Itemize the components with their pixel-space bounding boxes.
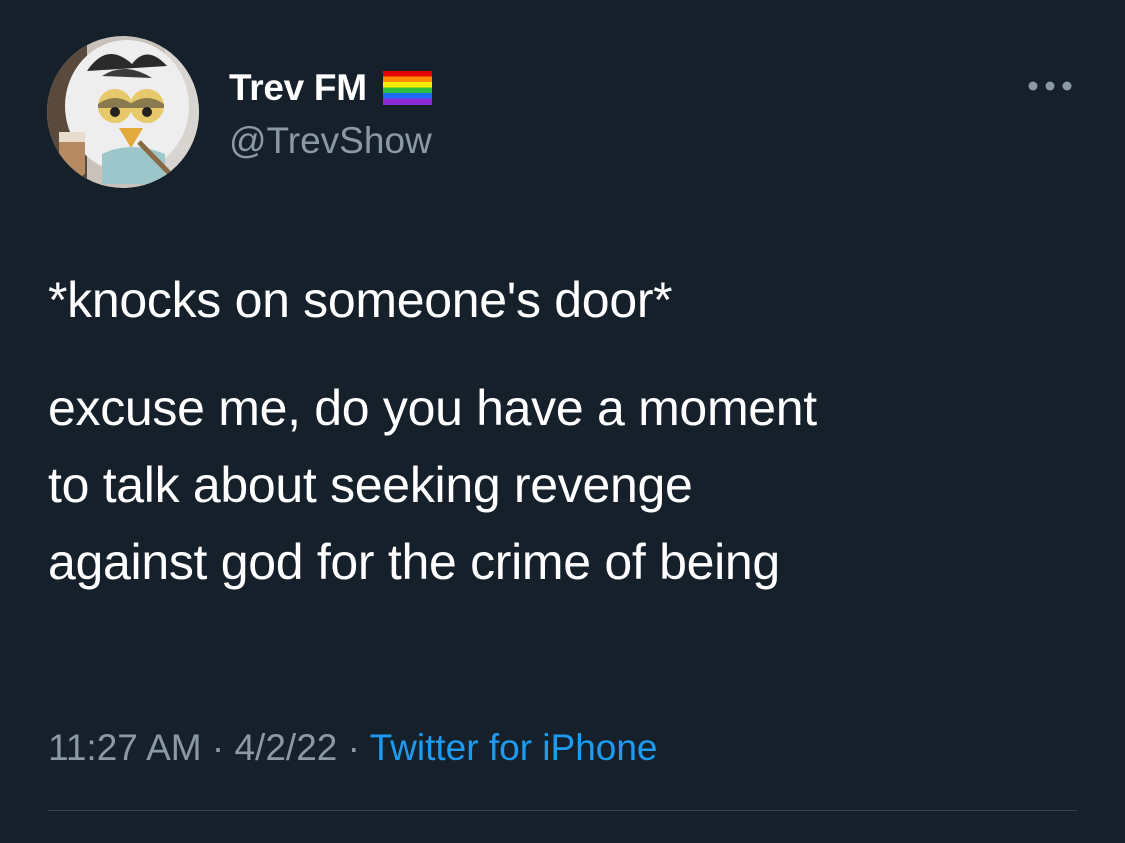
tweet-meta: 11:27 AM · 4/2/22 · Twitter for iPhone [48,722,658,774]
author-name-row: Trev FM [229,66,432,110]
tweet-time[interactable]: 11:27 AM [48,727,202,768]
more-options-icon[interactable] [1023,66,1077,106]
tweet-date[interactable]: 4/2/22 [234,727,337,768]
divider [48,810,1077,811]
tweet-paragraph: *knocks on someone's door* [48,272,673,328]
tweet-paragraph: excuse me, do you have a moment to talk … [48,380,817,590]
tweet-text: *knocks on someone's door* excuse me, do… [48,262,1088,601]
furby-avatar-icon [47,36,199,188]
tweet-source-link[interactable]: Twitter for iPhone [370,727,658,768]
display-name[interactable]: Trev FM [229,66,367,110]
meta-separator: · [211,727,225,768]
tweet-detail: Trev FM @TrevShow *knocks on someone's d… [0,0,1125,843]
avatar[interactable] [47,36,199,188]
meta-separator: · [347,727,360,768]
author-handle[interactable]: @TrevShow [229,118,432,164]
rainbow-flag-icon [382,71,432,105]
